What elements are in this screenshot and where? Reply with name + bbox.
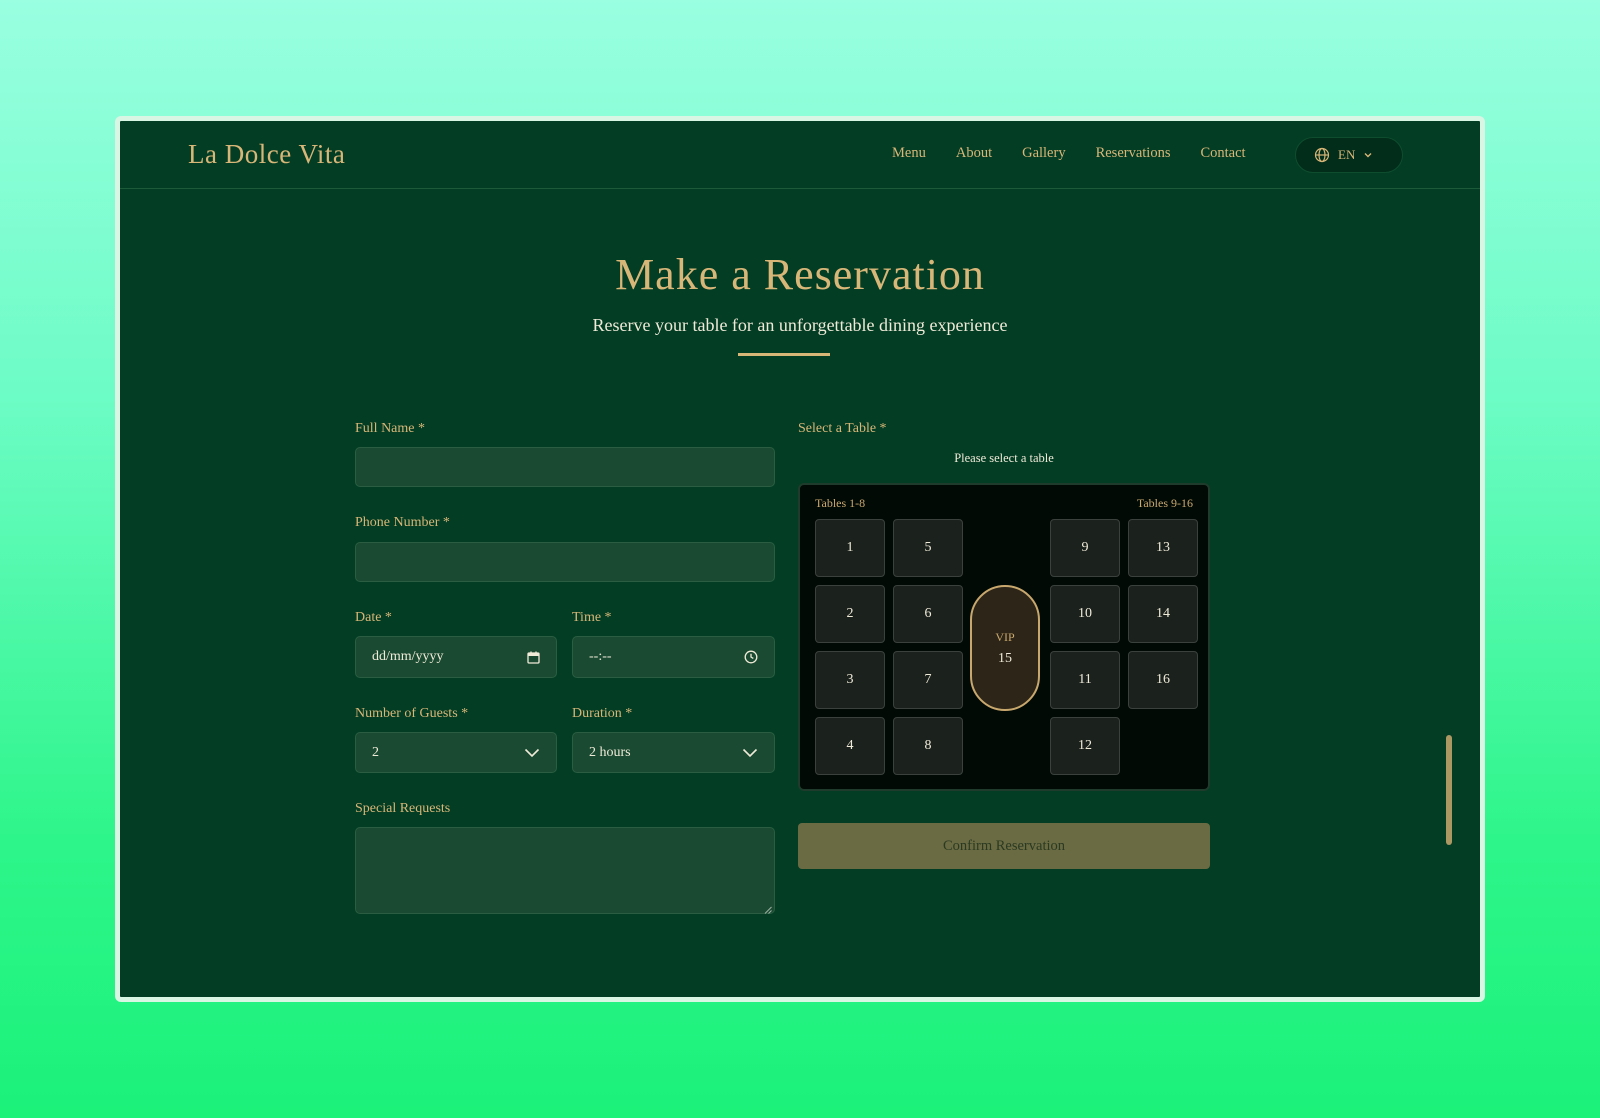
left-group-label: Tables 1-8 bbox=[815, 496, 866, 510]
table-10[interactable]: 10 bbox=[1050, 585, 1120, 643]
special-requests-textarea[interactable] bbox=[355, 827, 775, 914]
guests-label: Number of Guests * bbox=[355, 706, 469, 721]
phone-label: Phone Number * bbox=[355, 515, 450, 530]
confirm-reservation-button[interactable]: Confirm Reservation bbox=[798, 823, 1210, 869]
vip-tag: VIP bbox=[995, 629, 1015, 644]
vip-table-number: 15 bbox=[998, 650, 1012, 666]
phone-input[interactable] bbox=[355, 542, 775, 582]
table-map: Tables 1-8 Tables 9-16 1 2 3 4 5 6 7 8 V… bbox=[798, 483, 1210, 791]
table-select-label: Select a Table * bbox=[798, 421, 887, 436]
duration-select[interactable]: 2 hours bbox=[572, 732, 775, 773]
page-title: Make a Reservation bbox=[615, 250, 985, 299]
browser-window: La Dolce Vita Menu About Gallery Reserva… bbox=[115, 116, 1485, 1002]
top-navigation-bar: La Dolce Vita Menu About Gallery Reserva… bbox=[120, 121, 1480, 189]
duration-value: 2 hours bbox=[589, 744, 631, 760]
guests-value: 2 bbox=[372, 744, 379, 760]
table-select-hint: Please select a table bbox=[954, 451, 1054, 465]
table-13[interactable]: 13 bbox=[1128, 519, 1198, 577]
chevron-down-icon bbox=[742, 748, 758, 758]
requests-label: Special Requests bbox=[355, 801, 451, 816]
date-label: Date * bbox=[355, 610, 392, 625]
table-7[interactable]: 7 bbox=[893, 651, 963, 709]
main-nav: Menu About Gallery Reservations Contact bbox=[892, 145, 1276, 162]
full-name-label: Full Name * bbox=[355, 421, 425, 436]
clock-icon[interactable] bbox=[744, 650, 758, 664]
globe-icon bbox=[1314, 147, 1330, 163]
brand-logo-text[interactable]: La Dolce Vita bbox=[188, 139, 345, 170]
table-4[interactable]: 4 bbox=[815, 717, 885, 775]
chevron-down-icon bbox=[524, 748, 540, 758]
nav-link-contact[interactable]: Contact bbox=[1200, 145, 1245, 162]
language-code: EN bbox=[1338, 147, 1356, 162]
table-11[interactable]: 11 bbox=[1050, 651, 1120, 709]
nav-link-menu[interactable]: Menu bbox=[892, 145, 926, 162]
language-selector[interactable]: EN bbox=[1295, 137, 1403, 173]
table-5[interactable]: 5 bbox=[893, 519, 963, 577]
table-16[interactable]: 16 bbox=[1128, 651, 1198, 709]
table-15-vip[interactable]: VIP 15 bbox=[970, 585, 1040, 711]
nav-link-reservations[interactable]: Reservations bbox=[1096, 145, 1171, 162]
table-1[interactable]: 1 bbox=[815, 519, 885, 577]
duration-label: Duration * bbox=[572, 706, 633, 721]
page-subtitle: Reserve your table for an unforgettable … bbox=[592, 315, 1008, 335]
date-value: dd/mm/yyyy bbox=[372, 649, 444, 664]
time-label: Time * bbox=[572, 610, 612, 625]
table-12[interactable]: 12 bbox=[1050, 717, 1120, 775]
nav-link-about[interactable]: About bbox=[956, 145, 992, 162]
date-input[interactable]: dd/mm/yyyy bbox=[355, 636, 557, 678]
page-scrollbar[interactable] bbox=[1446, 735, 1452, 845]
table-3[interactable]: 3 bbox=[815, 651, 885, 709]
table-14[interactable]: 14 bbox=[1128, 585, 1198, 643]
right-group-label: Tables 9-16 bbox=[1136, 496, 1193, 510]
time-input[interactable]: --:-- bbox=[572, 636, 775, 678]
table-2[interactable]: 2 bbox=[815, 585, 885, 643]
title-divider bbox=[738, 353, 830, 356]
nav-link-gallery[interactable]: Gallery bbox=[1022, 145, 1065, 162]
calendar-icon[interactable] bbox=[527, 651, 540, 664]
guests-select[interactable]: 2 bbox=[355, 732, 557, 773]
resize-handle-icon[interactable] bbox=[764, 903, 772, 914]
table-9[interactable]: 9 bbox=[1050, 519, 1120, 577]
table-8[interactable]: 8 bbox=[893, 717, 963, 775]
chevron-down-icon bbox=[1363, 150, 1373, 160]
time-value: --:-- bbox=[589, 649, 612, 664]
table-6[interactable]: 6 bbox=[893, 585, 963, 643]
full-name-input[interactable] bbox=[355, 447, 775, 487]
